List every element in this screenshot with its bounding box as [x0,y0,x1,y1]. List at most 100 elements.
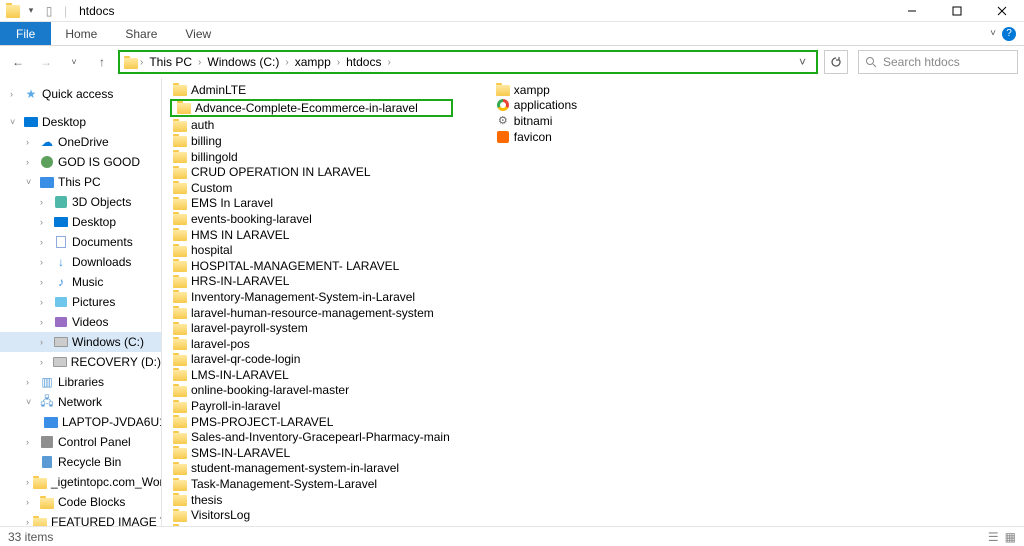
tab-home[interactable]: Home [51,22,111,45]
list-item[interactable]: hospital [170,242,453,258]
address-bar[interactable]: › This PC › Windows (C:) › xampp › htdoc… [118,50,818,74]
maximize-button[interactable] [934,0,979,22]
file-list: AdminLTE Advance-Complete-Ecommerce-in-la… [162,78,1024,526]
search-input[interactable]: Search htdocs [858,50,1018,74]
star-icon: ★ [24,87,38,101]
refresh-button[interactable] [824,50,848,74]
list-item[interactable]: SMS-IN-LARAVEL [170,445,453,461]
properties-icon[interactable]: ▯ [42,4,56,18]
tree-folder[interactable]: ›Code Blocks [0,492,161,512]
tree-onedrive[interactable]: ›☁OneDrive [0,132,161,152]
list-item[interactable]: Task-Management-System-Laravel [170,476,453,492]
fav-icon [496,130,510,144]
minimize-button[interactable] [889,0,934,22]
list-item[interactable]: VisitorsLog [170,507,453,523]
file-name: applications [514,98,577,112]
list-item[interactable]: laravel-payroll-system [170,320,453,336]
list-item[interactable]: PMS-PROJECT-LARAVEL [170,414,453,430]
file-name: laravel-qr-code-login [191,352,300,366]
control-panel-icon [40,435,54,449]
chevron-right-icon[interactable]: › [387,57,390,68]
list-item[interactable]: laravel-pos [170,336,453,352]
list-item[interactable]: HRS-IN-LARAVEL [170,274,453,290]
tree-libraries[interactable]: ›▥Libraries [0,372,161,392]
breadcrumb[interactable]: This PC [145,55,196,69]
breadcrumb[interactable]: Windows (C:) [203,55,283,69]
tree-desktop[interactable]: ˅Desktop [0,112,161,132]
qat-dropdown-icon[interactable]: ▾ [24,4,38,18]
chevron-right-icon[interactable]: › [140,57,143,68]
list-item[interactable]: xampp [493,82,580,98]
tree-quick-access[interactable]: ›★Quick access [0,84,161,104]
tree-network-pc[interactable]: LAPTOP-JVDA6U1D [0,412,161,432]
tab-view[interactable]: View [171,22,225,45]
tree-pictures[interactable]: ›Pictures [0,292,161,312]
list-item[interactable]: EMS In Laravel [170,196,453,212]
chevron-right-icon[interactable]: › [198,57,201,68]
breadcrumb[interactable]: htdocs [342,55,385,69]
list-item[interactable]: Inventory-Management-System-in-Laravel [170,289,453,305]
list-item[interactable]: auth [170,118,453,134]
tree-documents[interactable]: ›Documents [0,232,161,252]
list-item[interactable]: laravel-qr-code-login [170,352,453,368]
tree-videos[interactable]: ›Videos [0,312,161,332]
list-item[interactable]: Payroll-in-laravel [170,398,453,414]
file-name: CRUD OPERATION IN LARAVEL [191,165,371,179]
tree-downloads[interactable]: ›↓Downloads [0,252,161,272]
file-tab[interactable]: File [0,22,51,45]
tree-control-panel[interactable]: ›Control Panel [0,432,161,452]
list-item[interactable]: Advance-Complete-Ecommerce-in-laravel [170,99,453,117]
tree-drive-d[interactable]: ›RECOVERY (D:) [0,352,161,372]
file-name: Inventory-Management-System-in-Laravel [191,290,415,304]
list-item[interactable]: billing [170,133,453,149]
address-dropdown-icon[interactable]: ˅ [793,55,812,69]
list-item[interactable]: Sales-and-Inventory-Gracepearl-Pharmacy-… [170,429,453,445]
tree-desktop-folder[interactable]: ›Desktop [0,212,161,232]
list-item[interactable]: student-management-system-in-laravel [170,461,453,477]
chevron-right-icon[interactable]: › [337,57,340,68]
file-name: laravel-human-resource-management-system [191,306,434,320]
list-item[interactable]: events-booking-laravel [170,211,453,227]
file-name: events-booking-laravel [191,212,312,226]
list-item[interactable]: billingold [170,149,453,165]
list-item[interactable]: laravel-human-resource-management-system [170,305,453,321]
up-button[interactable]: ↑ [90,50,114,74]
help-icon[interactable]: ? [1002,27,1016,41]
chevron-right-icon[interactable]: › [285,57,288,68]
tree-3d-objects[interactable]: ›3D Objects [0,192,161,212]
back-button[interactable]: ← [6,50,30,74]
item-count: 33 items [8,530,53,544]
file-name: AdminLTE [191,83,246,97]
list-item[interactable]: Custom [170,180,453,196]
tree-folder[interactable]: ›_igetintopc.com_Wonde [0,472,161,492]
list-item[interactable]: HOSPITAL-MANAGEMENT- LARAVEL [170,258,453,274]
list-item[interactable]: applications [493,98,580,114]
list-item[interactable]: AdminLTE [170,82,453,98]
folder-icon [173,118,187,132]
list-item[interactable]: favicon [493,129,580,145]
tree-recycle-bin[interactable]: Recycle Bin [0,452,161,472]
gear-icon: ⚙ [496,114,510,128]
tree-this-pc[interactable]: ˅This PC [0,172,161,192]
icons-view-icon[interactable]: ▦ [1005,530,1016,544]
forward-button[interactable]: → [34,50,58,74]
tab-share[interactable]: Share [111,22,171,45]
tree-folder[interactable]: ›FEATURED IMAGE TEMP [0,512,161,526]
tree-drive-c[interactable]: ›Windows (C:) [0,332,161,352]
tree-network[interactable]: ˅🖧Network [0,392,161,412]
list-item[interactable]: CRUD OPERATION IN LARAVEL [170,164,453,180]
recent-dropdown[interactable]: ˅ [62,50,86,74]
breadcrumb[interactable]: xampp [291,55,335,69]
ribbon-expand-icon[interactable]: ˅ [990,28,996,39]
file-name: HMS IN LARAVEL [191,228,289,242]
details-view-icon[interactable]: ☰ [988,530,999,544]
close-button[interactable] [979,0,1024,22]
list-item[interactable]: HMS IN LARAVEL [170,227,453,243]
list-item[interactable]: thesis [170,492,453,508]
tree-music[interactable]: ›♪Music [0,272,161,292]
list-item[interactable]: online-booking-laravel-master [170,383,453,399]
list-item[interactable]: ⚙bitnami [493,113,580,129]
folder-icon [173,383,187,397]
tree-user[interactable]: ›GOD IS GOOD [0,152,161,172]
list-item[interactable]: LMS-IN-LARAVEL [170,367,453,383]
